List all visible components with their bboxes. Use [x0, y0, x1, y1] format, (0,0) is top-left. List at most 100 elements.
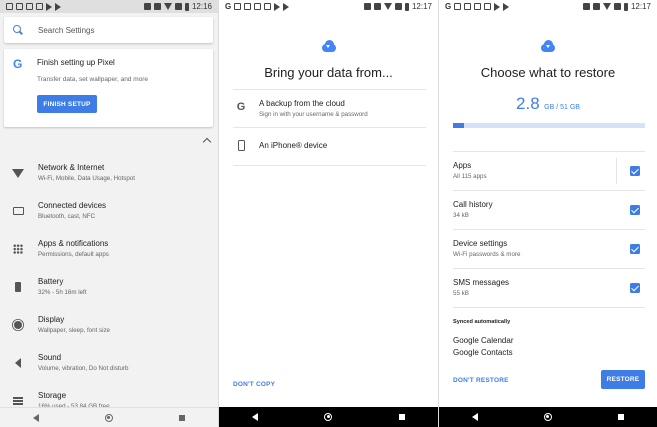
- cell-signal-icon: [394, 3, 402, 10]
- chevron-up-icon[interactable]: [202, 137, 212, 147]
- dont-restore-button[interactable]: DON'T RESTORE: [453, 377, 509, 384]
- display-icon: [12, 319, 24, 331]
- setup-card-subtitle: Transfer data, set wallpaper, and more: [37, 76, 149, 83]
- notification-icon: [244, 3, 252, 10]
- restore-item-sms[interactable]: SMS messages 55 kB: [453, 269, 645, 308]
- recent-apps-icon[interactable]: [618, 414, 624, 420]
- settings-item-title: Connected devices: [38, 201, 107, 210]
- status-time: 12:17: [411, 2, 432, 11]
- notification-icon: [6, 3, 13, 10]
- search-bar[interactable]: Search Settings: [4, 17, 213, 43]
- storage-progress-bar: [453, 123, 645, 128]
- google-g-icon: G: [13, 57, 23, 71]
- battery-icon: [623, 2, 628, 11]
- wifi-signal-icon: [602, 3, 611, 10]
- restore-item-call-history[interactable]: Call history 34 kB: [453, 191, 645, 230]
- notification-icon: [26, 3, 33, 10]
- back-icon[interactable]: [252, 413, 259, 421]
- notification-icon: [454, 3, 462, 10]
- apps-checkbox[interactable]: [630, 166, 640, 176]
- notification-icon: [234, 3, 242, 10]
- settings-item-subtitle: Wi-Fi, Mobile, Data Usage, Hotspot: [38, 175, 135, 182]
- divider: [616, 158, 617, 184]
- option-cloud-backup[interactable]: G A backup from the cloud Sign in with y…: [233, 90, 426, 128]
- bluetooth-icon: [582, 3, 590, 10]
- restore-item-apps[interactable]: Apps All 115 apps: [453, 152, 645, 191]
- finish-setup-button[interactable]: FINISH SETUP: [37, 95, 97, 113]
- sms-checkbox[interactable]: [630, 283, 640, 293]
- back-icon[interactable]: [33, 413, 39, 422]
- synced-automatically-label: Synced automatically: [453, 319, 511, 325]
- dont-copy-button[interactable]: DON'T COPY: [233, 381, 275, 388]
- notification-icon: [464, 3, 472, 10]
- source-options-list: G A backup from the cloud Sign in with y…: [233, 89, 426, 166]
- home-icon[interactable]: [544, 413, 552, 421]
- notification-icon: [16, 3, 23, 10]
- settings-item-network[interactable]: Network & Internet Wi-Fi, Mobile, Data U…: [0, 155, 218, 193]
- nav-bar: [439, 407, 657, 427]
- call-history-checkbox[interactable]: [630, 205, 640, 215]
- notification-icon: [474, 3, 482, 10]
- storage-unit: GB / 51 GB: [544, 104, 580, 111]
- notification-icon: [36, 3, 43, 10]
- restore-item-subtitle: Wi-Fi passwords & more: [453, 251, 521, 258]
- settings-item-connected-devices[interactable]: Connected devices Bluetooth, cast, NFC: [0, 193, 218, 231]
- storage-icon: [12, 395, 24, 407]
- settings-item-subtitle: Bluetooth, cast, NFC: [38, 213, 96, 220]
- apps-grid-icon: [12, 243, 24, 255]
- vibrate-icon: [153, 3, 161, 10]
- cell-signal-icon: [613, 3, 621, 10]
- synced-item: Google Calendar: [453, 336, 514, 345]
- play-store-icon: [46, 2, 52, 11]
- search-icon: [13, 25, 23, 35]
- status-time: 12:16: [191, 2, 212, 11]
- restore-item-subtitle: 34 kB: [453, 212, 469, 219]
- home-icon[interactable]: [324, 413, 333, 421]
- google-notification-icon: G: [445, 2, 452, 11]
- settings-item-title: Battery: [38, 277, 64, 286]
- settings-item-subtitle: Volume, vibration, Do Not disturb: [38, 365, 129, 372]
- play-store-icon: [274, 2, 281, 11]
- wifi-signal-icon: [383, 3, 392, 10]
- synced-item: Google Contacts: [453, 348, 513, 357]
- search-placeholder: Search Settings: [38, 25, 95, 35]
- restore-button[interactable]: RESTORE: [601, 370, 645, 389]
- battery-icon: [404, 2, 409, 11]
- back-icon[interactable]: [472, 413, 478, 421]
- notification-icon: [254, 3, 262, 10]
- restore-item-subtitle: 55 kB: [453, 290, 469, 297]
- restore-screen: G 12:17 Choose what to restore 2.8 GB / …: [439, 0, 657, 427]
- google-notification-icon: G: [225, 2, 232, 11]
- collapse-suggestions-row[interactable]: [0, 131, 218, 153]
- device-settings-checkbox[interactable]: [630, 244, 640, 254]
- play-store-icon: [503, 2, 510, 11]
- bluetooth-icon: [143, 3, 151, 10]
- settings-item-apps[interactable]: Apps & notifications Permissions, defaul…: [0, 231, 218, 269]
- option-label: A backup from the cloud: [259, 99, 345, 108]
- battery-icon: [184, 2, 189, 11]
- play-store-icon: [494, 2, 501, 11]
- cloud-download-icon: [539, 40, 557, 52]
- status-time: 12:17: [630, 2, 651, 11]
- cloud-download-icon: [320, 40, 338, 52]
- notification-icon: [264, 3, 272, 10]
- settings-item-battery[interactable]: Battery 32% - 5h 16m left: [0, 269, 218, 307]
- vibrate-icon: [592, 3, 600, 10]
- status-bar: G 12:17: [439, 0, 657, 13]
- storage-readout: 2.8 GB / 51 GB: [439, 94, 657, 114]
- settings-item-display[interactable]: Display Wallpaper, sleep, font size: [0, 307, 218, 345]
- google-g-icon: G: [236, 101, 246, 113]
- storage-progress-fill: [453, 123, 464, 128]
- restore-item-device-settings[interactable]: Device settings Wi-Fi passwords & more: [453, 230, 645, 269]
- recent-apps-icon[interactable]: [398, 414, 405, 420]
- restore-item-title: Apps: [453, 161, 472, 170]
- settings-screen: 12:16 Search Settings G Finish setting u…: [0, 0, 218, 427]
- option-label: An iPhone® device: [259, 141, 328, 150]
- wifi-signal-icon: [163, 3, 172, 10]
- settings-item-sound[interactable]: Sound Volume, vibration, Do Not disturb: [0, 345, 218, 383]
- bring-data-screen: G 12:17 Bring your data from... G A back…: [219, 0, 438, 427]
- recent-apps-icon[interactable]: [179, 414, 185, 421]
- home-icon[interactable]: [105, 413, 113, 422]
- settings-item-title: Network & Internet: [38, 163, 105, 172]
- option-iphone[interactable]: An iPhone® device: [233, 128, 426, 166]
